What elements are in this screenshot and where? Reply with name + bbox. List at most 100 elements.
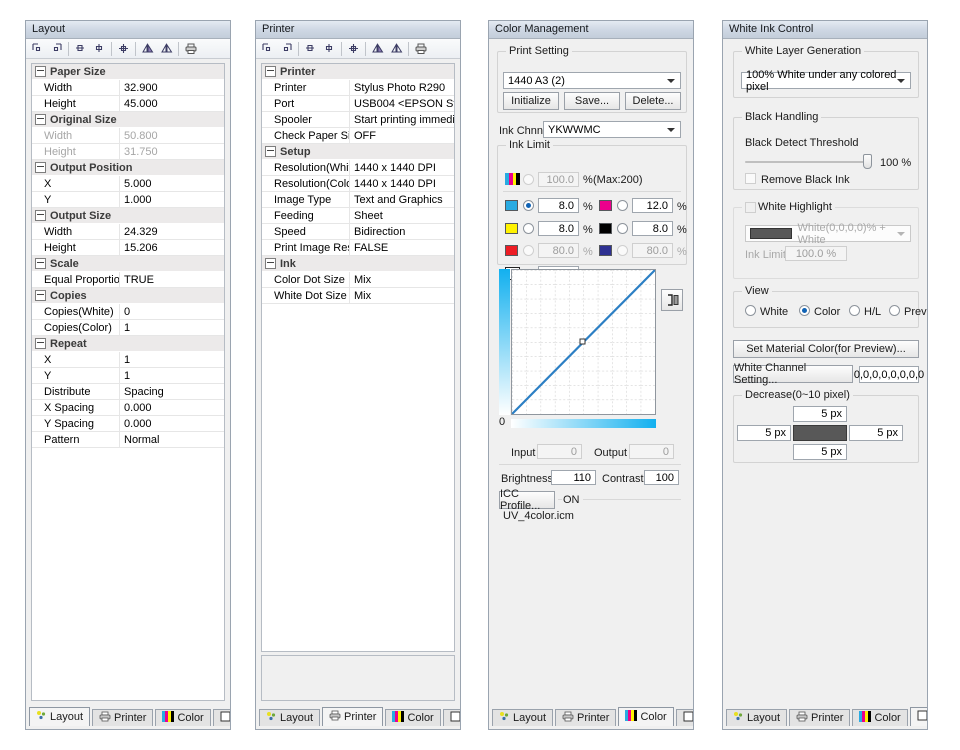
property-value[interactable]: 5.000 [120,176,224,191]
property-value[interactable]: FALSE [350,240,454,255]
property-value[interactable]: 1 [120,320,224,335]
collapse-icon[interactable] [35,338,46,349]
property-row[interactable]: Printer Stylus Photo R290 [262,80,454,96]
collapse-icon[interactable] [35,258,46,269]
property-row[interactable]: Resolution(White)1440 x 1440 DPI [262,160,454,176]
ink-limit-total-field[interactable]: 100.0 [538,172,579,187]
property-value[interactable]: 1.000 [120,192,224,207]
align-bottom-icon[interactable] [320,40,339,57]
view-white-radio[interactable] [745,305,756,316]
property-value[interactable]: Text and Graphics [350,192,454,207]
align-right-icon[interactable] [47,40,66,57]
property-value[interactable]: Sheet [350,208,454,223]
tab-layout[interactable]: Layout [29,707,91,726]
initialize-button[interactable]: Initialize [503,92,559,110]
print-icon[interactable] [411,40,430,57]
decrease-top-field[interactable]: 5 px [793,406,847,422]
curve-reset-icon[interactable] [661,289,683,311]
ink-channel-combo[interactable]: YKWWMC [543,121,681,138]
property-row[interactable]: Equal Proportion TRUE [32,272,224,288]
magenta-value-field[interactable]: 12.0 [632,198,673,213]
printer-property-grid[interactable]: Printer Printer Stylus Photo R290 Port USB00… [261,63,455,652]
white-layer-combo[interactable]: 100% White under any colored pixel [741,69,911,93]
property-row[interactable]: Copies(Color) 1 [32,320,224,336]
ink-limit-total-radio[interactable] [523,174,534,185]
align-right-icon[interactable] [277,40,296,57]
blue-value-field[interactable]: 80.0 [632,243,673,258]
black-radio[interactable] [617,223,628,234]
property-row[interactable]: X1 [32,352,224,368]
property-row[interactable]: Height 15.206 [32,240,224,256]
mirror-horizontal-icon[interactable] [138,40,157,57]
property-row[interactable]: X 5.000 [32,176,224,192]
brightness-field[interactable]: 110 [551,470,596,485]
property-row[interactable]: Width 50.800 [32,128,224,144]
property-value[interactable]: 1 [120,352,224,367]
property-row[interactable]: Feeding Sheet [262,208,454,224]
property-value[interactable]: 32.900 [120,80,224,95]
layout-property-grid[interactable]: Paper Size Width 32.900 Height 45.000 Origina… [31,63,225,701]
black-threshold-slider-track[interactable] [745,161,870,163]
property-row[interactable]: X Spacing 0.000 [32,400,224,416]
property-row[interactable]: PortUSB004 <EPSON Stylus [262,96,454,112]
property-row[interactable]: Pattern Normal [32,432,224,448]
property-value[interactable]: 15.206 [120,240,224,255]
property-group[interactable]: Setup [262,144,454,160]
view-preview-radio[interactable] [889,305,900,316]
collapse-icon[interactable] [35,162,46,173]
property-value[interactable]: 31.750 [120,144,224,159]
property-value[interactable]: Start printing immediate [350,112,454,127]
decrease-left-field[interactable]: 5 px [737,425,791,441]
collapse-icon[interactable] [35,290,46,301]
property-group[interactable]: Scale [32,256,224,272]
tab-layout[interactable]: Layout [259,709,321,726]
property-group[interactable]: Ink [262,256,454,272]
mirror-vertical-icon[interactable] [387,40,406,57]
property-group[interactable]: Repeat [32,336,224,352]
tab-color[interactable]: Color [618,707,674,726]
property-value[interactable]: 1440 x 1440 DPI [350,176,454,191]
tab-white[interactable]: White [675,709,693,726]
property-row[interactable]: Resolution(Color)1440 x 1440 DPI [262,176,454,192]
property-group[interactable]: Output Size [32,208,224,224]
magenta-radio[interactable] [617,200,628,211]
tab-color[interactable]: Color [155,709,211,726]
property-group[interactable]: Printer [262,64,454,80]
property-row[interactable]: Width 24.329 [32,224,224,240]
collapse-icon[interactable] [35,210,46,221]
property-row[interactable]: Width 32.900 [32,80,224,96]
property-value[interactable]: OFF [350,128,454,143]
align-left-icon[interactable] [28,40,47,57]
decrease-right-field[interactable]: 5 px [849,425,903,441]
tab-white[interactable]: White [909,707,927,726]
tab-white[interactable]: White [212,709,230,726]
align-bottom-icon[interactable] [90,40,109,57]
contrast-field[interactable]: 100 [644,470,679,485]
property-group[interactable]: Paper Size [32,64,224,80]
property-value[interactable]: 0.000 [120,416,224,431]
decrease-bottom-field[interactable]: 5 px [793,444,847,460]
property-row[interactable]: Copies(White) 0 [32,304,224,320]
collapse-icon[interactable] [35,114,46,125]
cyan-radio[interactable] [523,200,534,211]
property-value[interactable]: 1440 x 1440 DPI [350,160,454,175]
tab-color[interactable]: Color [385,709,441,726]
collapse-icon[interactable] [265,66,276,77]
property-value[interactable]: Bidirection [350,224,454,239]
white-highlight-combo[interactable]: White(0,0,0,0)% + White [745,222,911,246]
collapse-icon[interactable] [265,146,276,157]
mirror-horizontal-icon[interactable] [368,40,387,57]
property-group[interactable]: Output Position [32,160,224,176]
tab-printer[interactable]: Printer [322,707,384,726]
collapse-icon[interactable] [35,66,46,77]
property-value[interactable]: 45.000 [120,96,224,111]
property-value[interactable]: USB004 <EPSON Stylus [350,96,454,111]
print-setting-combo[interactable]: 1440 A3 (2) [503,72,681,89]
blue-radio[interactable] [617,245,628,256]
property-row[interactable]: Speed Bidirection [262,224,454,240]
property-row[interactable]: Image Type Text and Graphics [262,192,454,208]
property-row[interactable]: Print Image ResampleFALSE [262,240,454,256]
property-row[interactable]: Y1 [32,368,224,384]
black-threshold-slider-thumb[interactable] [863,154,872,169]
align-left-icon[interactable] [258,40,277,57]
